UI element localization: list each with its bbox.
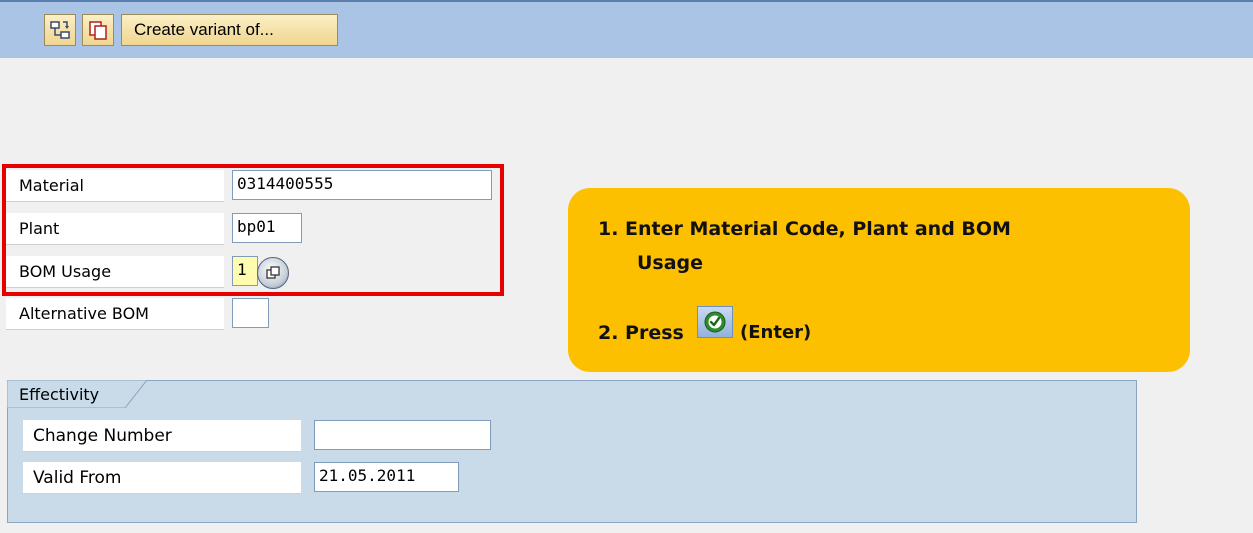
bom-usage-input[interactable]: 1 — [232, 256, 258, 286]
create-variant-button[interactable]: Create variant of... — [121, 14, 338, 46]
effectivity-title: Effectivity — [19, 385, 100, 404]
alternative-bom-input[interactable] — [232, 298, 269, 328]
copy-icon — [89, 21, 107, 40]
callout-step-2: 2. Press — [598, 322, 684, 344]
callout-step-2-suffix: (Enter) — [740, 322, 812, 343]
change-number-label: Change Number — [23, 420, 301, 452]
enter-check-icon — [697, 306, 733, 338]
material-input[interactable]: 0314400555 — [232, 170, 492, 200]
copy-button[interactable] — [82, 14, 114, 46]
application-toolbar: Create variant of... — [0, 0, 1253, 58]
valid-from-input[interactable]: 21.05.2011 — [314, 462, 459, 492]
alternative-bom-label: Alternative BOM — [6, 298, 224, 330]
valid-from-label: Valid From — [23, 462, 301, 494]
material-label: Material — [6, 170, 224, 202]
hierarchy-button[interactable] — [44, 14, 76, 46]
plant-input[interactable]: bp01 — [232, 213, 302, 243]
hierarchy-icon — [50, 21, 70, 39]
callout-step-1: 1. Enter Material Code, Plant and BOM — [598, 218, 1011, 240]
callout-step-1-cont: Usage — [637, 252, 704, 274]
value-help-button[interactable] — [257, 257, 289, 289]
instruction-callout — [568, 188, 1190, 372]
value-help-icon — [266, 266, 280, 279]
change-number-input[interactable] — [314, 420, 491, 450]
bom-usage-label: BOM Usage — [6, 256, 224, 288]
plant-label: Plant — [6, 213, 224, 245]
